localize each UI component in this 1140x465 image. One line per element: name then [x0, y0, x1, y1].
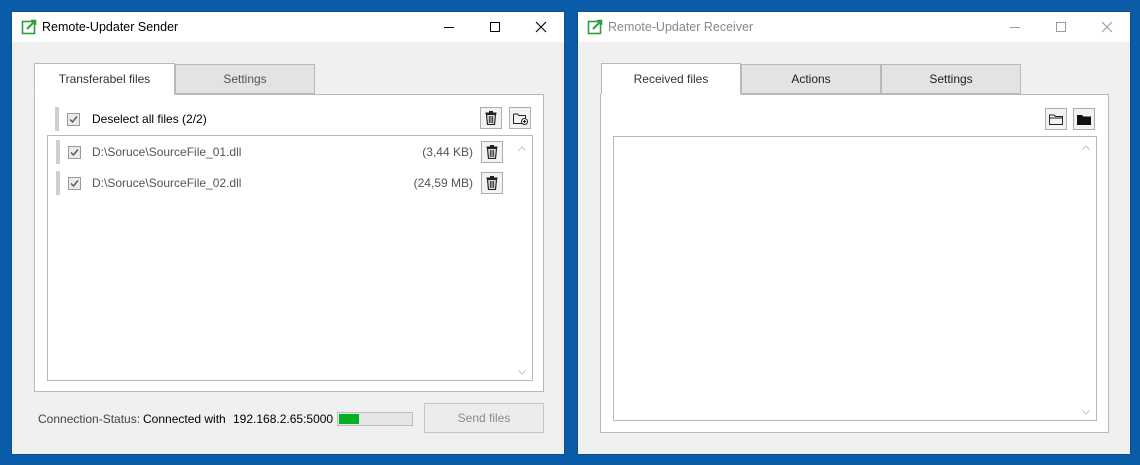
window-title: Remote-Updater Sender — [42, 20, 179, 34]
file-checkbox[interactable] — [68, 146, 81, 159]
delete-file-button[interactable] — [481, 172, 503, 194]
file-checkbox[interactable] — [68, 177, 81, 190]
file-list[interactable]: D:\Soruce\SourceFile_01.dll (3,44 KB) D:… — [47, 135, 533, 381]
close-icon — [1101, 21, 1113, 33]
close-button[interactable] — [1084, 12, 1130, 42]
transferable-files-panel: Deselect all files (2/2) D:\Soruce\Sourc… — [34, 94, 544, 392]
transfer-progress-bar — [337, 412, 413, 426]
maximize-button[interactable] — [1038, 12, 1084, 42]
folder-add-icon — [512, 113, 528, 125]
trash-icon — [486, 145, 498, 159]
receiver-tabs: Received files Actions Settings — [601, 63, 1021, 95]
close-icon — [535, 21, 547, 33]
receiver-titlebar[interactable]: Remote-Updater Receiver — [578, 12, 1130, 42]
receiver-window: Remote-Updater Receiver Received files A… — [578, 12, 1130, 454]
scroll-down-icon[interactable] — [1081, 408, 1091, 416]
maximize-icon — [1056, 22, 1066, 32]
tab-received-files[interactable]: Received files — [601, 63, 741, 95]
send-files-button[interactable]: Send files — [424, 403, 544, 433]
folder-filled-icon — [1077, 114, 1091, 125]
delete-file-button[interactable] — [481, 141, 503, 163]
close-button[interactable] — [518, 12, 564, 42]
sender-titlebar[interactable]: Remote-Updater Sender — [12, 12, 564, 42]
file-size: (3,44 KB) — [422, 145, 473, 159]
sender-tabs: Transferabel files Settings — [34, 63, 334, 95]
received-files-list[interactable] — [613, 136, 1097, 421]
delete-all-button[interactable] — [480, 107, 502, 129]
received-files-panel — [600, 94, 1109, 433]
maximize-button[interactable] — [472, 12, 518, 42]
tab-transferable-files[interactable]: Transferabel files — [34, 63, 175, 95]
connection-address: 192.168.2.65:5000 — [233, 412, 334, 426]
trash-icon — [485, 111, 497, 125]
scroll-down-icon[interactable] — [517, 368, 527, 376]
window-title: Remote-Updater Receiver — [608, 20, 754, 34]
connection-status-value: Connected with — [143, 412, 226, 426]
tab-settings[interactable]: Settings — [881, 64, 1021, 94]
add-folder-button[interactable] — [509, 107, 531, 129]
select-all-checkbox[interactable] — [67, 113, 80, 126]
row-marker — [56, 171, 60, 195]
check-icon — [70, 149, 79, 157]
minimize-icon — [444, 27, 454, 28]
minimize-button[interactable] — [992, 12, 1038, 42]
select-all-label[interactable]: Deselect all files (2/2) — [92, 112, 207, 126]
scroll-up-icon[interactable] — [1081, 143, 1091, 151]
connection-status-label: Connection-Status: — [38, 412, 141, 426]
row-marker — [56, 140, 60, 164]
check-icon — [70, 180, 79, 188]
sender-window: Remote-Updater Sender Transferabel files… — [12, 12, 564, 454]
scroll-up-icon[interactable] — [517, 144, 527, 152]
edit-square-icon — [21, 19, 37, 35]
open-folder-button[interactable] — [1045, 108, 1067, 130]
check-icon — [69, 116, 78, 124]
file-size: (24,59 MB) — [413, 176, 473, 190]
file-path: D:\Soruce\SourceFile_02.dll — [92, 176, 242, 190]
tab-settings[interactable]: Settings — [175, 64, 315, 94]
minimize-icon — [1010, 27, 1020, 28]
row-marker — [55, 107, 59, 131]
edit-square-icon — [587, 19, 603, 35]
folder-button[interactable] — [1073, 108, 1095, 130]
tab-actions[interactable]: Actions — [741, 64, 881, 94]
file-path: D:\Soruce\SourceFile_01.dll — [92, 145, 242, 159]
folder-outline-icon — [1049, 114, 1063, 125]
trash-icon — [486, 176, 498, 190]
maximize-icon — [490, 22, 500, 32]
progress-fill — [339, 414, 359, 424]
minimize-button[interactable] — [426, 12, 472, 42]
